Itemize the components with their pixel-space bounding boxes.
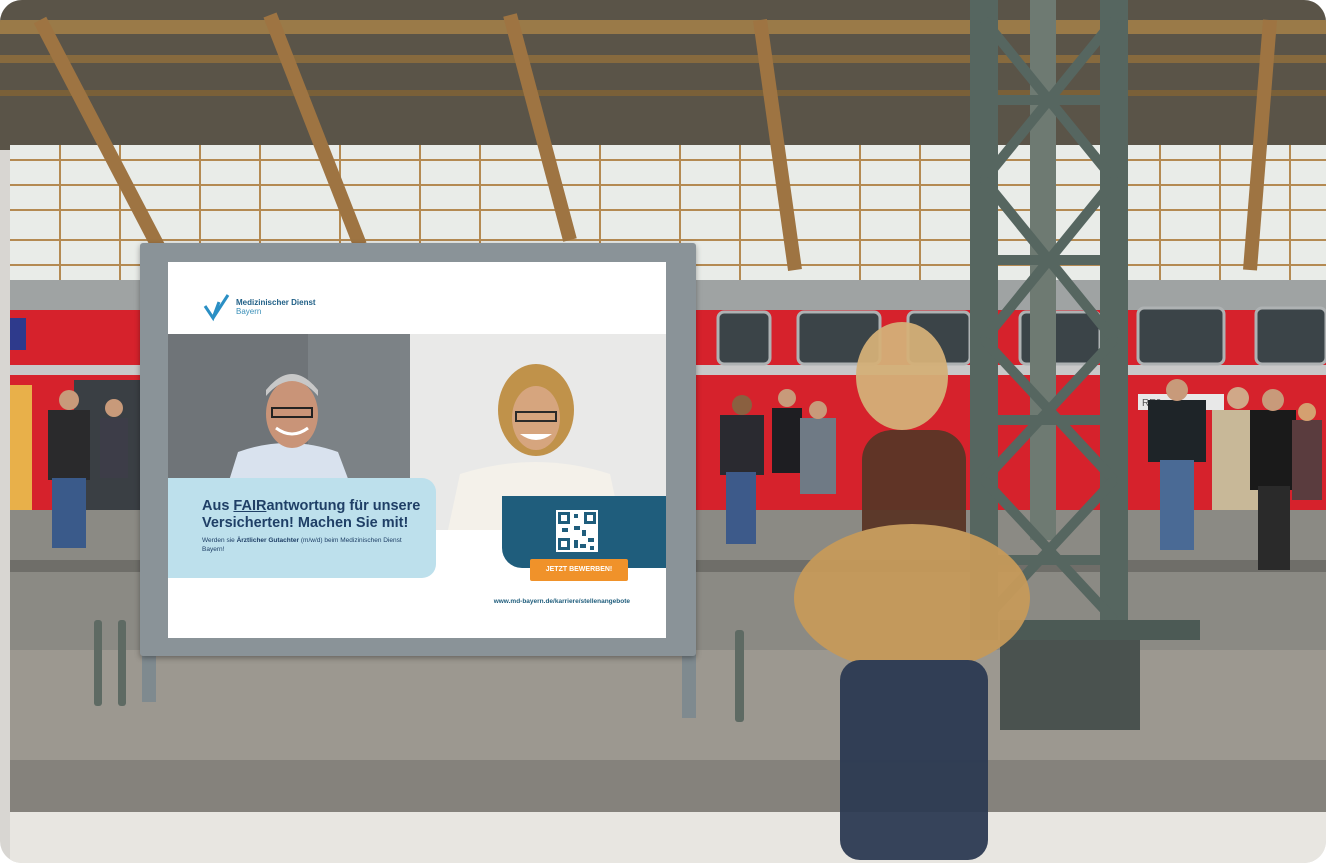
photo-frame: RE9 — [0, 0, 1326, 863]
woven-bag — [794, 524, 1030, 672]
apply-now-button: JETZT BEWERBEN! — [530, 559, 628, 581]
headline-fair: FAIR — [233, 498, 267, 514]
poster-url: www.md-bayern.de/karriere/stellenangebot… — [493, 598, 630, 605]
poster-subline: Werden sie Ärztlicher Gutachter (m/w/d) … — [202, 537, 402, 553]
train-door — [10, 385, 32, 520]
photo-man — [168, 334, 410, 484]
qr-code-icon — [556, 510, 598, 552]
poster-logo: Medizinischer Dienst Bayern — [202, 292, 316, 322]
poster-headline: Aus FAIRantwortung für unsere Versichert… — [202, 498, 421, 531]
billboard-poster: Medizinischer Dienst Bayern Aus FAIRantw… — [168, 262, 666, 638]
checkmark-icon — [203, 294, 230, 322]
logo-name: Medizinischer Dienst — [236, 298, 316, 307]
platform-edge — [10, 812, 1326, 863]
logo-region: Bayern — [236, 307, 262, 316]
subline-job-title: Ärztlicher Gutachter — [236, 537, 300, 544]
